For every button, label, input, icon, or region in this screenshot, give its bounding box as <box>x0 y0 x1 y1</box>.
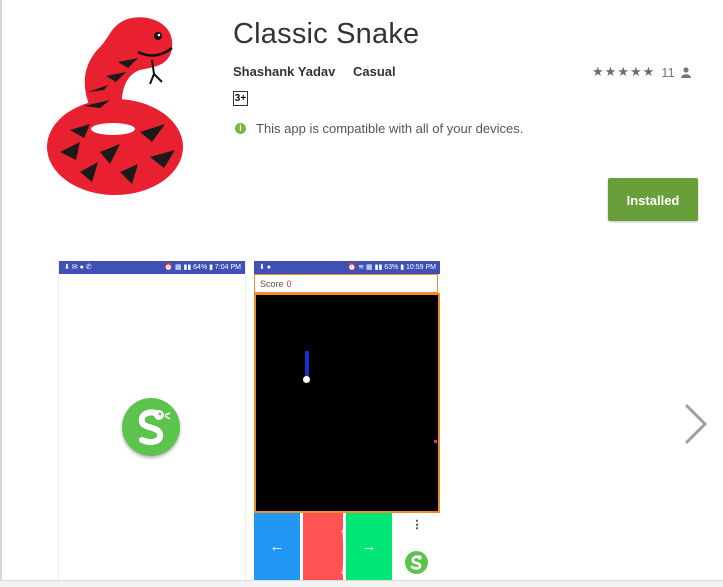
installed-button[interactable]: Installed <box>608 178 698 221</box>
game-board <box>254 293 440 513</box>
compatibility-notice: i This app is compatible with all of you… <box>235 121 523 136</box>
snake-head <box>303 376 310 383</box>
age-rating-badge: 3+ <box>233 91 248 106</box>
screenshot-1[interactable]: ⬇ ✉ ● ✆ ⏰ ▦ ▮▮ 64% ▮ 7:04 PM <box>58 261 246 580</box>
more-vert-icon[interactable]: ⋮ <box>394 518 440 531</box>
status-right: ⏰ ▦ ▮▮ 64% ▮ 7:04 PM <box>164 264 241 271</box>
developer-link[interactable]: Shashank Yadav <box>233 64 335 79</box>
status-right: ⏰ ≋ ▦ ▮▮ 63% ▮ 10:59 PM <box>347 264 436 271</box>
category-link[interactable]: Casual <box>353 64 396 79</box>
chevron-right-icon <box>684 403 708 445</box>
status-icons: ⬇ ✉ ● ✆ <box>64 264 92 271</box>
menu-panel: ⋮ <box>394 513 440 580</box>
score-bar: Score 0 <box>254 274 438 293</box>
app-meta: Shashank Yadav Casual <box>233 64 396 79</box>
red-snake-icon <box>47 17 183 195</box>
battery-level: 63% <box>384 264 399 271</box>
snake-body <box>305 351 309 379</box>
score-value: 0 <box>286 279 292 289</box>
left-arrow-button[interactable]: ← <box>254 513 300 580</box>
rating-count: 11 <box>661 64 675 80</box>
star-icon: ★ <box>592 64 604 79</box>
game-controls: ← ↑ ↓ → ⋮ <box>254 513 440 580</box>
star-icon: ★ <box>642 64 655 79</box>
screenshot-2[interactable]: ⬇ ● ⏰ ≋ ▦ ▮▮ 63% ▮ 10:59 PM Score 0 ← ↑ ↓… <box>254 261 440 580</box>
food-pellet <box>434 440 437 443</box>
score-label: Score <box>260 279 284 289</box>
app-title: Classic Snake <box>233 18 420 50</box>
arrow-left-icon: ← <box>269 538 285 555</box>
snake-logo-icon <box>122 398 180 456</box>
status-signal: ⏰ ≋ ▦ ▮▮ <box>347 264 385 271</box>
page-left-border <box>0 0 2 586</box>
star-icon: ★ <box>604 64 617 79</box>
compatibility-text: This app is compatible with all of your … <box>256 121 524 136</box>
app-icon <box>40 12 190 202</box>
status-signal: ⏰ ▦ ▮▮ <box>164 264 194 271</box>
next-screenshot-button[interactable] <box>681 402 709 446</box>
status-bar: ⬇ ✉ ● ✆ ⏰ ▦ ▮▮ 64% ▮ 7:04 PM <box>59 261 245 274</box>
up-down-button[interactable]: ↑ ↓ <box>303 513 347 580</box>
arrow-right-icon: → <box>361 538 377 555</box>
right-arrow-button[interactable]: → <box>346 513 392 580</box>
status-time: 7:04 PM <box>214 264 241 271</box>
person-icon <box>680 66 691 78</box>
status-icons: ⬇ ● <box>259 264 272 271</box>
info-icon: i <box>235 123 246 134</box>
rating: ★ ★ ★ ★ ★ 11 <box>592 64 691 80</box>
star-icon: ★ <box>617 64 629 79</box>
star-icon: ★ <box>629 64 642 79</box>
battery-level: 64% <box>193 264 208 271</box>
status-time: 10:59 PM <box>406 264 436 271</box>
snake-logo-icon <box>405 551 428 574</box>
status-bar: ⬇ ● ⏰ ≋ ▦ ▮▮ 63% ▮ 10:59 PM <box>254 261 440 274</box>
